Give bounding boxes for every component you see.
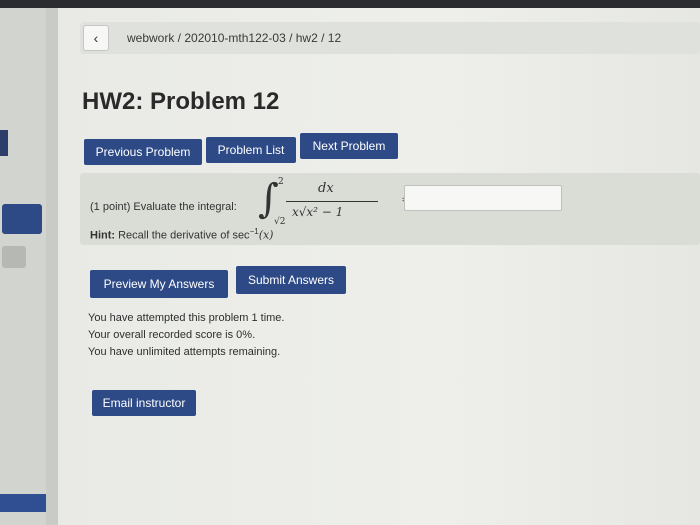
integral-expression: ∫ 2 √2 dx x√x² − 1: [258, 177, 398, 231]
breadcrumb[interactable]: webwork / 202010-mth122-03 / hw2 / 12: [127, 31, 341, 45]
fraction-bar: [286, 201, 378, 202]
status-score: Your overall recorded score is 0%.: [88, 329, 256, 341]
problem-statement: (1 point) Evaluate the integral:: [90, 201, 237, 213]
integrand-denominator: x√x² − 1: [292, 205, 344, 219]
left-tab-marker: [0, 130, 8, 156]
hint-superscript: −1: [249, 227, 259, 236]
answer-input[interactable]: [404, 185, 562, 211]
preview-answers-button[interactable]: Preview My Answers: [90, 270, 228, 298]
hint-text: Hint: Recall the derivative of sec−1(x): [90, 227, 273, 242]
email-instructor-button[interactable]: Email instructor: [92, 390, 196, 416]
submit-answers-button[interactable]: Submit Answers: [236, 266, 346, 294]
integral-sign: ∫: [258, 176, 279, 222]
left-panel-grey-block: [2, 246, 26, 268]
next-problem-button[interactable]: Next Problem: [300, 133, 398, 159]
left-panel: [0, 8, 46, 525]
status-attempted: You have attempted this problem 1 time.: [88, 312, 285, 324]
main-content: ‹ webwork / 202010-mth122-03 / hw2 / 12 …: [58, 8, 700, 525]
status-remaining: You have unlimited attempts remaining.: [88, 346, 281, 358]
previous-problem-button[interactable]: Previous Problem: [84, 139, 202, 165]
integrand-numerator: dx: [318, 181, 334, 196]
top-bar: [0, 0, 700, 8]
left-panel-button[interactable]: [2, 204, 42, 234]
hint-body: Recall the derivative of sec: [118, 229, 250, 242]
chevron-left-icon: ‹: [93, 30, 99, 46]
hint-argument: (x): [258, 228, 274, 242]
integral-upper-limit: 2: [278, 177, 284, 187]
hint-label: Hint:: [90, 229, 116, 242]
problem-box: (1 point) Evaluate the integral: ∫ 2 √2 …: [80, 173, 700, 245]
back-button[interactable]: ‹: [83, 25, 109, 51]
left-panel-bottom-bar: [0, 494, 46, 512]
problem-list-button[interactable]: Problem List: [206, 137, 296, 163]
attempt-status: You have attempted this problem 1 time. …: [88, 310, 388, 361]
breadcrumb-bar: ‹ webwork / 202010-mth122-03 / hw2 / 12: [80, 22, 700, 54]
page-title: HW2: Problem 12: [82, 88, 280, 115]
integral-lower-limit: √2: [274, 217, 286, 227]
